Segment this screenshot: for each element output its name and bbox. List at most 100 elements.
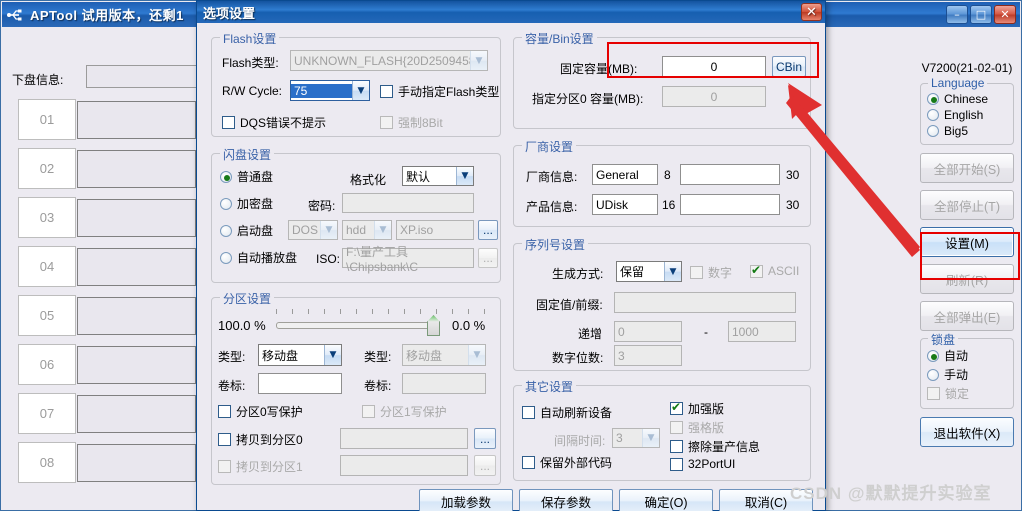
format-combo[interactable]: 默认 ▼	[402, 166, 474, 186]
udisk-mode-encrypted[interactable]: 加密盘	[220, 195, 273, 212]
increment-from-field[interactable]: 0	[614, 321, 682, 342]
cbin-button[interactable]: CBin	[772, 56, 806, 77]
partition1-type-label: 类型:	[364, 350, 392, 364]
flash-type-label: Flash类型:	[222, 56, 279, 70]
load-params-button[interactable]: 加载参数	[419, 489, 513, 511]
udisk-mode-autoplay[interactable]: 自动播放盘	[220, 249, 297, 266]
partition0-capacity-field[interactable]: 0	[662, 86, 766, 107]
partition-settings-legend: 分区设置	[220, 290, 275, 307]
password-field[interactable]	[342, 193, 474, 213]
chevron-down-icon: ▼	[456, 167, 473, 185]
copy-to-partition0-path[interactable]	[340, 428, 468, 449]
device-row[interactable]: 03	[10, 197, 196, 242]
copy-to-partition1-browse-button[interactable]: ...	[474, 455, 496, 476]
ok-button[interactable]: 确定(O)	[619, 489, 713, 511]
radio-icon	[220, 224, 232, 237]
partition-settings-group: 分区设置 100.0 % 0.0 % 类型: 移动盘 ▼ 类型: 移动盘 ▼ 卷…	[211, 290, 501, 485]
checkbox-icon	[218, 460, 231, 473]
partition-slider-thumb[interactable]	[427, 315, 440, 336]
dqs-no-prompt-checkbox[interactable]: DQS错误不提示	[222, 114, 326, 131]
exit-software-button[interactable]: 退出软件(X)	[920, 417, 1014, 447]
udisk-mode-normal[interactable]: 普通盘	[220, 168, 273, 185]
vendor-settings-legend: 厂商设置	[522, 138, 577, 155]
udisk-settings-legend: 闪盘设置	[220, 146, 275, 163]
boot-os-value: DOS	[292, 223, 319, 237]
product-extra-field[interactable]	[680, 194, 780, 215]
language-option-chinese[interactable]: Chinese	[927, 92, 1009, 106]
other-settings-group: 其它设置 自动刷新设备 间隔时间: 3 ▼ 保留外部代码 加强版	[513, 378, 811, 481]
maximize-icon[interactable]: □	[970, 5, 992, 24]
rw-cycle-combo[interactable]: 75 ▼	[290, 80, 370, 101]
device-status-bar	[77, 297, 196, 335]
refresh-button[interactable]: 刷新(R)	[920, 264, 1014, 294]
partition0-write-protect-checkbox[interactable]: 分区0写保护	[218, 403, 303, 420]
partition1-volume-field[interactable]	[402, 373, 486, 394]
chevron-down-icon: ▼	[468, 345, 485, 365]
device-row[interactable]: 04	[10, 246, 196, 291]
enhanced-version-checkbox[interactable]: 加强版	[670, 400, 724, 417]
start-all-button[interactable]: 全部开始(S)	[920, 153, 1014, 183]
product-info-field[interactable]: UDisk	[592, 194, 658, 215]
interval-combo[interactable]: 3 ▼	[612, 428, 660, 448]
vendor-info-field[interactable]: General	[592, 164, 658, 185]
boot-iso-field[interactable]: XP.iso	[396, 220, 474, 240]
device-status-bar	[77, 101, 196, 139]
erase-production-info-checkbox[interactable]: 擦除量产信息	[670, 438, 760, 455]
port32ui-checkbox[interactable]: 32PortUI	[670, 457, 735, 471]
increment-to-field[interactable]: 1000	[728, 321, 796, 342]
copy-to-partition1-path[interactable]	[340, 455, 468, 476]
disk-info-label: 下盘信息:	[12, 73, 64, 87]
lock-checkbox-row: 锁定	[927, 385, 1009, 402]
fixed-capacity-field[interactable]: 0	[662, 56, 766, 77]
copy-to-partition0-checkbox[interactable]: 拷贝到分区0	[218, 431, 303, 448]
generation-mode-combo[interactable]: 保留 ▼	[616, 261, 682, 282]
save-params-button[interactable]: 保存参数	[519, 489, 613, 511]
partition-slider-ticks	[276, 309, 498, 315]
device-index: 07	[18, 393, 76, 434]
language-option-big5[interactable]: Big5	[927, 124, 1009, 138]
partition-slider-track[interactable]	[276, 322, 436, 329]
dqs-no-prompt-label: DQS错误不提示	[240, 116, 327, 130]
vendor-extra-field[interactable]	[680, 164, 780, 185]
iso-path-field[interactable]: F:\量产工具\Chipsbank\C	[342, 245, 474, 274]
auto-refresh-checkbox[interactable]: 自动刷新设备	[522, 404, 612, 421]
keep-external-code-checkbox[interactable]: 保留外部代码	[522, 454, 612, 471]
partition1-type-combo[interactable]: 移动盘 ▼	[402, 344, 486, 366]
device-row[interactable]: 06	[10, 344, 196, 389]
dialog-close-icon[interactable]: ✕	[801, 3, 822, 21]
udisk-mode-bootable[interactable]: 启动盘	[220, 222, 273, 239]
copy-to-partition0-browse-button[interactable]: ...	[474, 428, 496, 449]
iso-browse-button[interactable]: ...	[478, 248, 498, 268]
flash-type-combo[interactable]: UNKNOWN_FLASH{20D2509458} ▼	[290, 50, 488, 71]
device-row[interactable]: 08	[10, 442, 196, 487]
language-option-english[interactable]: English	[927, 108, 1009, 122]
device-row[interactable]: 05	[10, 295, 196, 340]
lock-mode-manual[interactable]: 手动	[927, 366, 1009, 383]
ascii-checkbox: ASCII	[750, 263, 799, 278]
eject-all-button[interactable]: 全部弹出(E)	[920, 301, 1014, 331]
partition1-type-value: 移动盘	[406, 348, 443, 363]
fixed-prefix-field[interactable]	[614, 292, 796, 313]
capacity-bin-group: 容量/Bin设置 固定容量(MB): 0 CBin 指定分区0 容量(MB): …	[513, 30, 811, 129]
device-row[interactable]: 07	[10, 393, 196, 438]
udisk-settings-group: 闪盘设置 普通盘 格式化 默认 ▼ 加密盘 密码: 启动盘 DOS ▼ hdd …	[211, 146, 501, 283]
digit-checkbox-label: 数字	[708, 266, 733, 280]
enhanced-version-label: 加强版	[688, 402, 725, 416]
boot-iso-browse-button[interactable]: ...	[478, 220, 498, 240]
close-icon[interactable]: ✕	[994, 5, 1016, 24]
boot-device-combo[interactable]: hdd ▼	[342, 220, 392, 240]
partition0-type-combo[interactable]: 移动盘 ▼	[258, 344, 342, 366]
boot-os-combo[interactable]: DOS ▼	[288, 220, 338, 240]
manual-flash-type-checkbox[interactable]: 手动指定Flash类型	[380, 83, 499, 100]
format-value: 默认	[406, 169, 431, 184]
device-row[interactable]: 02	[10, 148, 196, 193]
minimize-icon[interactable]: –	[946, 5, 968, 24]
device-row[interactable]: 01	[10, 99, 196, 144]
lock-mode-auto[interactable]: 自动	[927, 347, 1009, 364]
settings-button[interactable]: 设置(M)	[920, 227, 1014, 257]
stop-all-button[interactable]: 全部停止(T)	[920, 190, 1014, 220]
dialog-title: 选项设置	[203, 5, 256, 21]
digit-count-field[interactable]: 3	[614, 345, 682, 366]
chevron-down-icon: ▼	[352, 81, 369, 100]
partition0-volume-field[interactable]	[258, 373, 342, 394]
